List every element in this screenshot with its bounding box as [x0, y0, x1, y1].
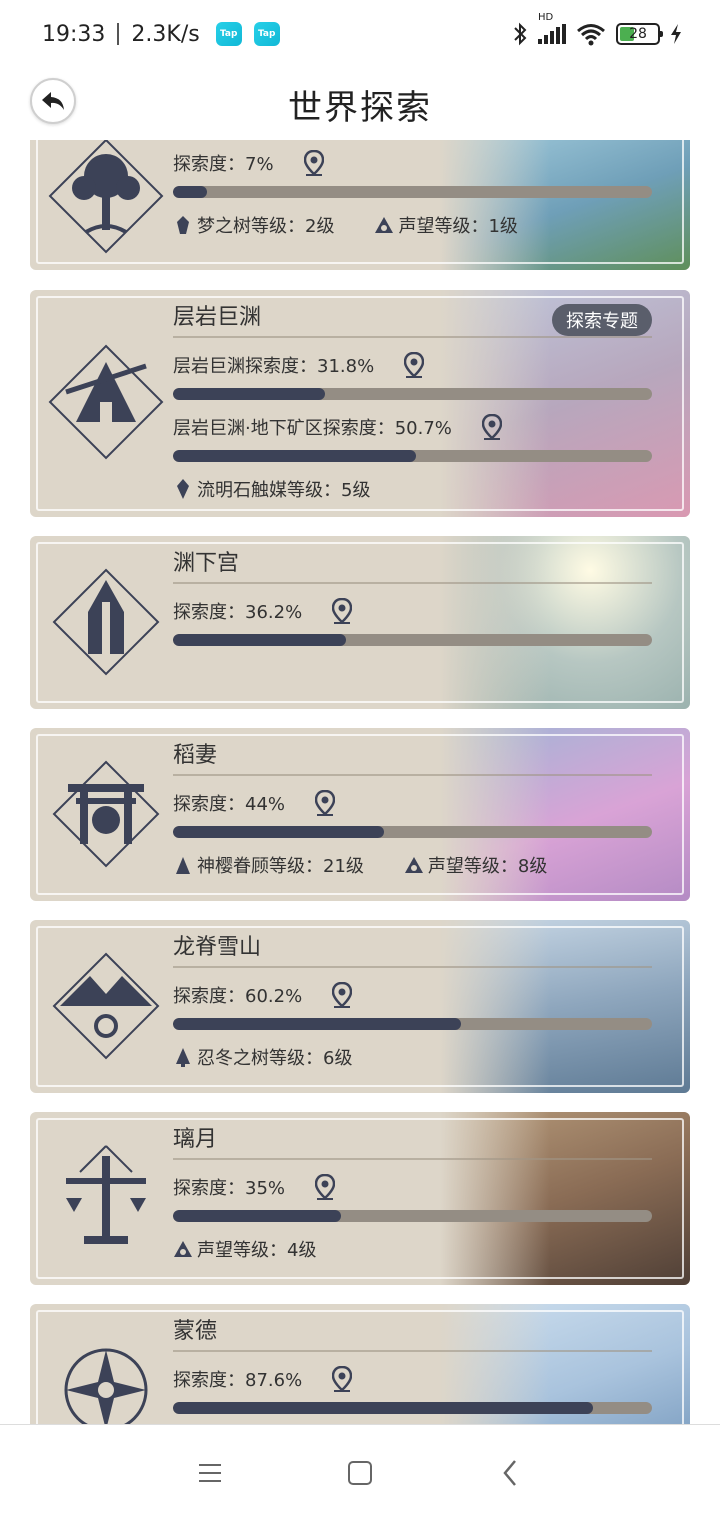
network-speed: 2.3K/s	[131, 21, 200, 47]
reputation-icon	[404, 857, 423, 873]
back-arrow-icon	[42, 92, 64, 110]
progress-fill	[173, 450, 416, 462]
progress-fill	[173, 1018, 462, 1030]
reputation-icon	[174, 1241, 192, 1257]
liyue-emblem-icon	[66, 1145, 146, 1244]
battery-level: 28	[629, 26, 647, 42]
region-card-sumeru[interactable]: 探索度：7% 梦之树等级：2级 声望等级：1级	[30, 140, 690, 270]
clock: 19:33	[42, 21, 106, 47]
battery-icon: 28	[616, 23, 663, 45]
sumeru-emblem-icon	[48, 140, 164, 254]
map-pin-icon[interactable]	[404, 352, 425, 378]
progress-fill	[173, 388, 326, 400]
stat-lumenstone-level: 流明石触媒等级：5级	[197, 480, 371, 501]
stat-sacred-sakura-level: 神樱眷顾等级：21级	[197, 856, 364, 877]
map-pin-icon[interactable]	[481, 414, 502, 440]
charging-icon	[671, 24, 681, 44]
status-divider	[117, 23, 120, 45]
underground-progress-label: 层岩巨渊·地下矿区探索度：50.7%	[173, 418, 452, 439]
region-name: 稻妻	[173, 743, 218, 768]
dream-tree-icon	[177, 216, 189, 234]
progress-fill	[173, 1210, 341, 1222]
exploration-progress-label: 探索度：87.6%	[173, 1370, 303, 1391]
stat-frostbearing-tree-level: 忍冬之树等级：6级	[197, 1048, 353, 1069]
exploration-progress-label: 探索度：35%	[173, 1178, 286, 1199]
back-button[interactable]	[30, 78, 76, 124]
region-card-mondstadt[interactable]: 蒙德 探索度：87.6%	[30, 1304, 690, 1424]
map-pin-icon[interactable]	[303, 150, 324, 176]
exploration-progress-label: 探索度：7%	[173, 154, 274, 175]
wifi-icon	[577, 24, 605, 46]
inazuma-emblem-icon	[52, 760, 160, 868]
chasm-emblem-icon	[48, 344, 164, 460]
region-card-liyue[interactable]: 璃月 探索度：35% 声望等级：4级	[30, 1112, 690, 1285]
map-pin-icon[interactable]	[332, 598, 353, 624]
lumenstone-icon	[177, 479, 189, 499]
exploration-progress-label: 层岩巨渊探索度：31.8%	[173, 356, 375, 377]
taptap-notification-icon: Tap	[215, 22, 242, 46]
map-pin-icon[interactable]	[332, 1366, 353, 1392]
network-type: HD	[538, 12, 554, 23]
enkanomiya-emblem-icon	[52, 568, 160, 676]
exploration-progress-bar	[173, 1210, 652, 1222]
region-name: 璃月	[173, 1127, 218, 1152]
status-bar: 19:33 2.3K/s Tap Tap HD 28	[0, 0, 720, 68]
exploration-progress-bar	[173, 186, 652, 198]
region-name: 龙脊雪山	[173, 935, 262, 960]
stat-reputation-level: 声望等级：8级	[427, 856, 548, 877]
progress-fill	[173, 826, 384, 838]
system-nav-bar	[0, 1424, 720, 1520]
map-pin-icon[interactable]	[315, 790, 336, 816]
region-name: 渊下宫	[173, 551, 240, 576]
reputation-icon	[375, 217, 394, 233]
progress-fill	[173, 634, 347, 646]
underground-progress-bar	[173, 450, 652, 462]
app-header: 世界探索	[0, 68, 720, 140]
bluetooth-icon	[514, 22, 527, 46]
exploration-progress-label: 探索度：60.2%	[173, 986, 303, 1007]
progress-fill	[173, 186, 207, 198]
home-button[interactable]	[345, 1458, 375, 1488]
exploration-progress-bar	[173, 388, 652, 400]
exploration-progress-bar	[173, 826, 652, 838]
region-name: 蒙德	[173, 1319, 218, 1344]
stat-dream-tree-level: 梦之树等级：2级	[197, 216, 335, 237]
chevron-left-icon	[503, 1459, 516, 1486]
mondstadt-emblem-icon	[64, 1348, 148, 1424]
map-pin-icon[interactable]	[315, 1174, 336, 1200]
menu-button[interactable]	[195, 1458, 225, 1488]
frostbearing-tree-icon	[176, 1048, 190, 1067]
exploration-progress-bar	[173, 634, 652, 646]
system-back-button[interactable]	[495, 1458, 525, 1488]
region-list[interactable]: 探索度：7% 梦之树等级：2级 声望等级：1级 探索专题 层岩巨渊 层岩巨渊探索…	[0, 140, 720, 1424]
page-title: 世界探索	[288, 87, 432, 128]
stat-reputation-level: 声望等级：1级	[398, 216, 518, 237]
region-card-chasm[interactable]: 探索专题 层岩巨渊 层岩巨渊探索度：31.8% 层岩巨渊·地下矿区探索度：50.…	[30, 290, 690, 517]
region-card-inazuma[interactable]: 稻妻 探索度：44% 神樱眷顾等级：21级 声望等级：8级	[30, 728, 690, 901]
cellular-signal-icon: HD	[538, 12, 566, 44]
exploration-progress-bar	[173, 1402, 652, 1414]
region-card-dragonspine[interactable]: 龙脊雪山 探索度：60.2% 忍冬之树等级：6级	[30, 920, 690, 1093]
exploration-topic-badge[interactable]: 探索专题	[552, 304, 652, 336]
home-square-icon	[348, 1460, 372, 1485]
dragonspine-emblem-icon	[52, 952, 160, 1060]
map-pin-icon[interactable]	[332, 982, 353, 1008]
exploration-progress-label: 探索度：44%	[173, 794, 286, 815]
taptap-notification-icon: Tap	[253, 22, 280, 46]
exploration-progress-bar	[173, 1018, 652, 1030]
exploration-progress-label: 探索度：36.2%	[173, 602, 303, 623]
menu-icon	[199, 1463, 221, 1482]
sacred-sakura-icon	[176, 857, 190, 874]
stat-reputation-level: 声望等级：4级	[197, 1240, 317, 1261]
progress-fill	[173, 1402, 593, 1414]
region-card-enkanomiya[interactable]: 渊下宫 探索度：36.2%	[30, 536, 690, 709]
